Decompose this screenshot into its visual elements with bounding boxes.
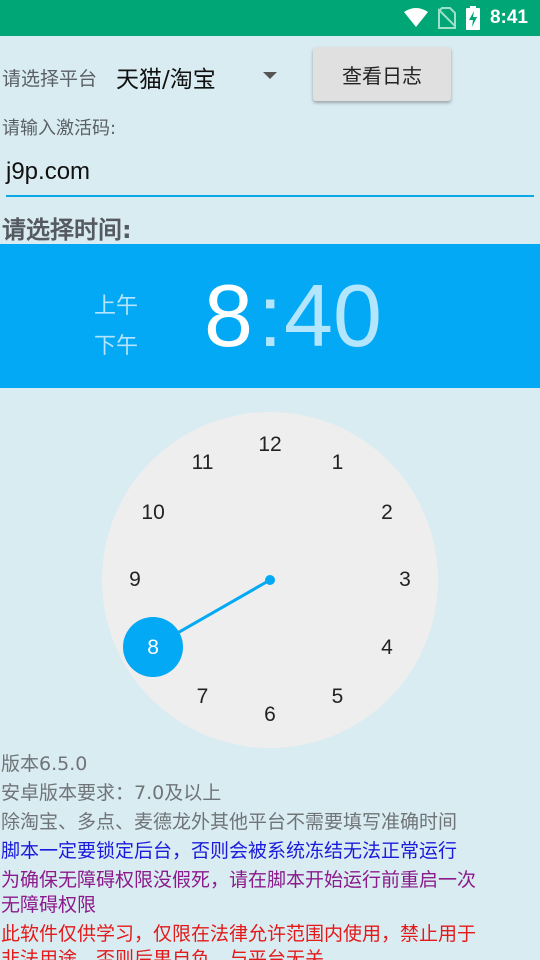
activation-code-input[interactable]: j9p.com (6, 152, 534, 197)
time-separator: : (258, 266, 283, 365)
clock-number-3[interactable]: 3 (385, 565, 425, 595)
clock-number-4[interactable]: 4 (367, 633, 407, 663)
view-log-button[interactable]: 查看日志 (313, 47, 451, 101)
clock-number-11[interactable]: 11 (183, 448, 223, 478)
info-line: 此软件仅供学习，仅限在法律允许范围内使用，禁止用于 (1, 923, 477, 945)
clock-number-2[interactable]: 2 (367, 498, 407, 528)
status-bar: 8:41 (0, 0, 540, 36)
pm-toggle[interactable]: 下午 (94, 328, 138, 360)
minute-display[interactable]: 40 (284, 268, 382, 364)
wifi-icon (403, 8, 428, 27)
clock-number-7[interactable]: 7 (183, 682, 223, 712)
clock-center-dot (265, 575, 275, 585)
clock-dial[interactable]: 12 1 2 3 4 5 6 7 8 9 10 11 (102, 412, 438, 748)
platform-dropdown[interactable]: 天猫/淘宝 (116, 56, 286, 96)
activation-code-label: 请输入激活码: (2, 118, 117, 139)
clock-number-1[interactable]: 1 (318, 448, 358, 478)
platform-label: 请选择平台 (2, 68, 98, 90)
clock-number-6[interactable]: 6 (250, 700, 290, 730)
status-time: 8:41 (489, 7, 528, 28)
clock-number-9[interactable]: 9 (115, 565, 155, 595)
hour-display[interactable]: 8 (204, 268, 253, 364)
time-label: 请选择时间: (2, 216, 132, 244)
info-line: 为确保无障碍权限没假死，请在脚本开始运行前重启一次 (1, 869, 477, 891)
am-toggle[interactable]: 上午 (94, 288, 138, 320)
info-line: 除淘宝、多点、麦德龙外其他平台不需要填写准确时间 (1, 811, 458, 833)
clock-number-12[interactable]: 12 (250, 430, 290, 460)
info-line: 脚本一定要锁定后台，否则会被系统冻结无法正常运行 (1, 840, 458, 862)
no-sim-icon (437, 7, 456, 29)
platform-row: 请选择平台 天猫/淘宝 查看日志 (0, 46, 540, 104)
clock-number-8[interactable]: 8 (133, 633, 173, 663)
clock-number-5[interactable]: 5 (318, 682, 358, 712)
info-line: 非法用途，否则后果自负，与平台无关 (1, 948, 325, 960)
platform-selected-value: 天猫/淘宝 (116, 67, 216, 93)
battery-charging-icon (465, 6, 480, 30)
info-line: 无障碍权限 (1, 894, 97, 916)
clock-number-10[interactable]: 10 (133, 498, 173, 528)
info-line: 版本6.5.0 (1, 753, 88, 775)
dropdown-arrow-icon (263, 72, 277, 79)
info-line: 安卓版本要求：7.0及以上 (1, 782, 222, 804)
time-picker-header: 上午 下午 8 : 40 (0, 244, 540, 388)
